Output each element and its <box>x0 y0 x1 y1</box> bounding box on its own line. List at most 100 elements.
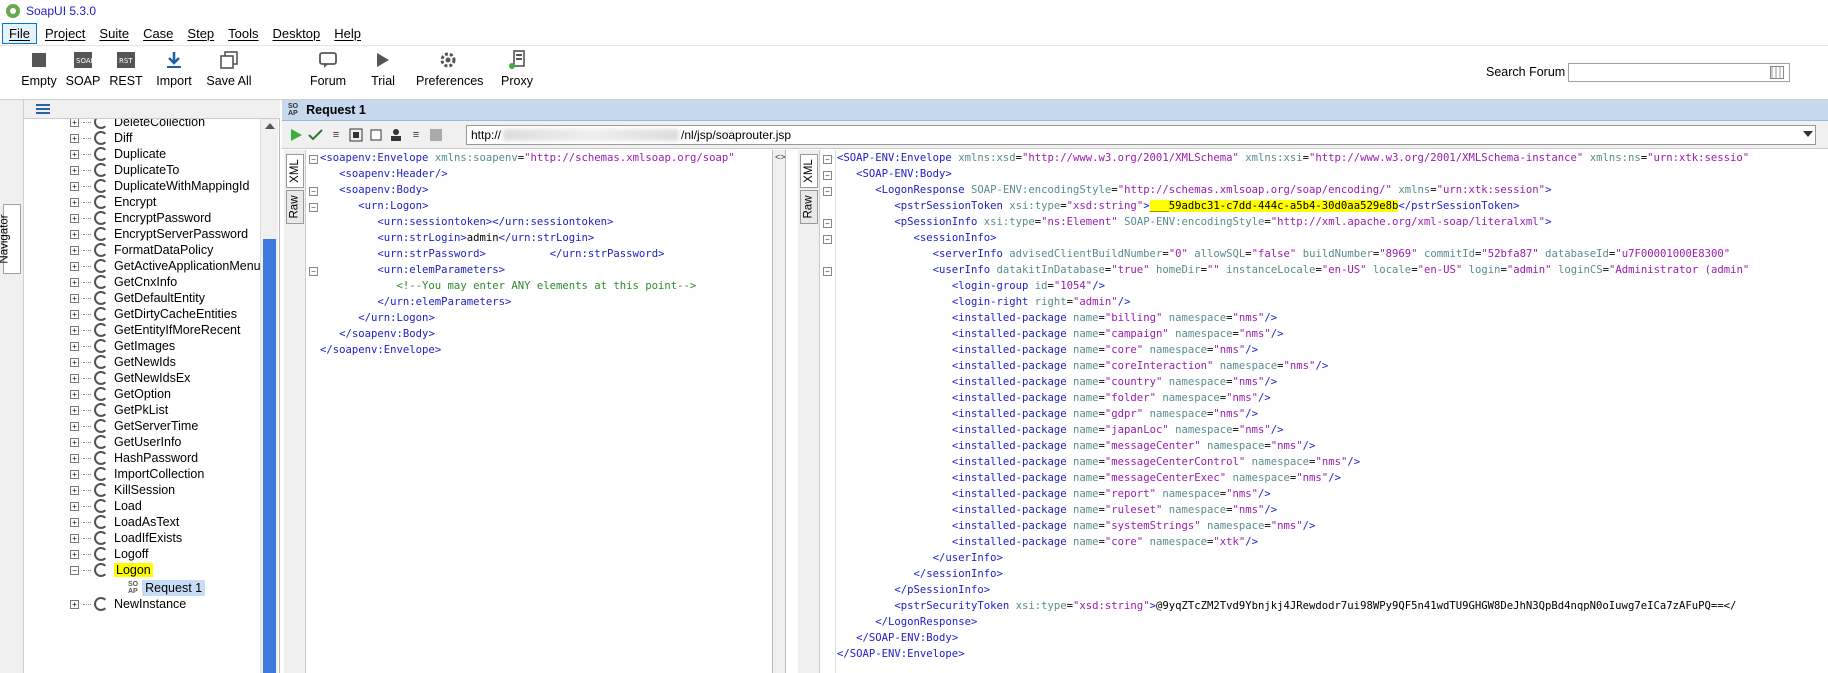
fold-icon[interactable]: − <box>309 155 318 164</box>
collapse-icon: <> <box>775 152 786 162</box>
xml-line: <installed-package name="billing" namesp… <box>951 312 1278 324</box>
operation-icon <box>94 355 108 369</box>
menu-help[interactable]: Help <box>328 24 367 43</box>
request-view-tabs: XML Raw <box>284 150 306 673</box>
navigator-tree: + DeleteCollection + Diff + Duplicate + Dupl… <box>24 119 260 673</box>
scroll-thumb[interactable] <box>263 239 276 673</box>
tree-scrollbar[interactable] <box>260 119 278 673</box>
response-fold-gutter: − − − − − − <box>820 150 836 673</box>
xml-line: <installed-package name="gdpr" namespace… <box>951 408 1259 420</box>
chevron-down-icon[interactable] <box>1803 131 1813 137</box>
scroll-up-icon[interactable] <box>265 123 275 129</box>
import-button[interactable]: Import <box>152 50 196 96</box>
empty-button[interactable]: Empty <box>18 50 60 96</box>
fold-icon[interactable]: − <box>309 203 318 212</box>
rest-button[interactable]: RST REST <box>108 50 144 96</box>
xml-line: <installed-package name="report" namespa… <box>951 488 1271 500</box>
xml-line: <soapenv:Body> <box>339 184 429 196</box>
request-xml-editor[interactable]: <soapenv:Envelope xmlns:soapenv="http://… <box>320 150 772 673</box>
menu-suite[interactable]: Suite <box>93 24 135 43</box>
add-assertion-icon[interactable] <box>308 127 324 143</box>
operation-icon <box>94 515 108 529</box>
navigator-tab[interactable]: Navigator <box>0 204 21 274</box>
navigator-panel: + DeleteCollection + Diff + Duplicate + Dupl… <box>24 100 280 673</box>
operation-icon <box>94 419 108 433</box>
operation-icon <box>94 403 108 417</box>
soap-icon: SOAP <box>73 50 93 70</box>
xml-line: <userInfo datakitInDatabase="true" homeD… <box>932 264 1750 276</box>
endpoint-url-field[interactable]: http:///nl/jsp/soaprouter.jsp <box>466 125 1816 145</box>
xml-line: <installed-package name="messageCenterEx… <box>951 472 1341 484</box>
menu-tools[interactable]: Tools <box>222 24 264 43</box>
proxy-button[interactable]: Proxy <box>500 50 534 96</box>
xml-line: <serverInfo advisedClientBuildNumber="0"… <box>932 248 1731 260</box>
xml-line: <installed-package name="folder" namespa… <box>951 392 1271 404</box>
xml-line: <installed-package name="messageCenter" … <box>951 440 1316 452</box>
svg-text:SOAP: SOAP <box>76 57 93 65</box>
menu-file[interactable]: File <box>2 23 37 44</box>
xml-line: </LogonResponse> <box>875 616 978 628</box>
soap-icon[interactable]: ≡ <box>408 127 424 143</box>
window-title: SoapUI 5.3.0 <box>26 4 97 18</box>
trial-icon <box>373 50 393 70</box>
save-all-icon <box>219 50 239 70</box>
operation-icon <box>94 531 108 545</box>
proxy-icon <box>507 50 527 70</box>
search-forum-button[interactable] <box>1770 66 1784 79</box>
xml-line: <installed-package name="country" namesp… <box>951 376 1278 388</box>
operation-icon <box>94 547 108 561</box>
operation-icon <box>94 307 108 321</box>
editor-splitter[interactable]: <> <box>772 150 786 673</box>
xml-line: <installed-package name="core" namespace… <box>951 344 1259 356</box>
stop-icon[interactable] <box>368 127 384 143</box>
import-icon <box>164 50 184 70</box>
xml-line: <!--You may enter ANY elements at this p… <box>320 280 697 292</box>
preferences-button[interactable]: Preferences <box>416 50 483 96</box>
search-forum-input[interactable] <box>1568 63 1790 82</box>
xml-line: </soapenv:Envelope> <box>320 344 442 356</box>
operation-icon <box>94 339 108 353</box>
menu-desktop[interactable]: Desktop <box>267 24 327 43</box>
menu-bar: File Project Suite Case Step Tools Deskt… <box>0 22 1828 46</box>
request-title: Request 1 <box>306 103 366 117</box>
menu-project[interactable]: Project <box>39 24 91 43</box>
search-forum-label: Search Forum <box>1486 65 1566 79</box>
save-all-button[interactable]: Save All <box>204 50 254 96</box>
list-view-icon[interactable] <box>36 104 50 115</box>
xml-line: </pSessionInfo> <box>894 584 991 596</box>
soap-request-icon: SO AP <box>288 103 299 117</box>
screen-icon[interactable] <box>348 127 364 143</box>
soap-button[interactable]: SOAP SOAP <box>64 50 102 96</box>
request-xml-tab[interactable]: XML <box>286 154 304 188</box>
xml-line: </urn:Logon> <box>358 312 435 324</box>
run-icon[interactable] <box>288 127 304 143</box>
request-raw-tab[interactable]: Raw <box>286 190 304 224</box>
menu-step[interactable]: Step <box>181 24 220 43</box>
fold-icon[interactable]: − <box>309 187 318 196</box>
user-icon[interactable] <box>388 127 404 143</box>
forum-button[interactable]: Forum <box>308 50 348 96</box>
trial-button[interactable]: Trial <box>368 50 398 96</box>
xml-line: <SOAP-ENV:Body> <box>856 168 952 180</box>
request-window-header: SO AP Request 1 <box>282 100 1828 121</box>
soap-wsa-icon[interactable]: ≡ <box>328 127 344 143</box>
fold-icon[interactable]: − <box>309 267 318 276</box>
operation-icon <box>94 323 108 337</box>
operation-icon <box>94 597 108 611</box>
xml-line: </soapenv:Body> <box>339 328 435 340</box>
tree-item-logon[interactable]: − Logon <box>70 561 153 579</box>
menu-case[interactable]: Case <box>137 24 179 43</box>
operation-icon <box>94 227 108 241</box>
xml-line: </userInfo> <box>932 552 1003 564</box>
operation-icon <box>94 483 108 497</box>
xml-line: <pSessionInfo xsi:type="ns:Element" SOAP… <box>894 216 1552 228</box>
operation-icon <box>94 147 108 161</box>
operation-icon <box>94 371 108 385</box>
xml-line: <sessionInfo> <box>913 232 997 244</box>
title-bar: SoapUI 5.3.0 <box>0 0 1828 22</box>
response-xml-tab[interactable]: XML <box>800 154 818 188</box>
tree-item[interactable]: + NewInstance <box>70 595 186 613</box>
response-xml-editor[interactable]: <SOAP-ENV:Envelope xmlns:xsd="http://www… <box>837 150 1828 673</box>
response-raw-tab[interactable]: Raw <box>800 190 818 224</box>
xml-line: <login-group id="1054"/> <box>951 280 1105 292</box>
